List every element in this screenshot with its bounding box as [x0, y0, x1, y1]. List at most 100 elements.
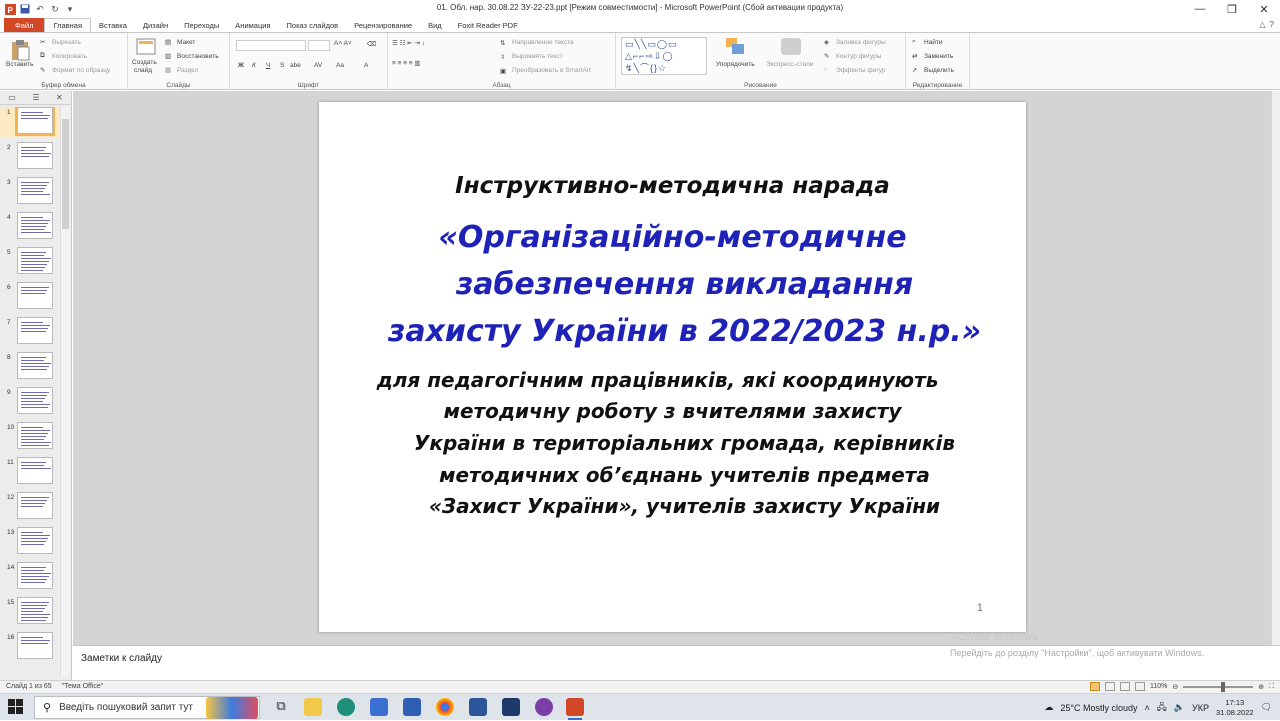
canvas-scrollbar[interactable] — [1271, 91, 1280, 645]
tab-slide-show[interactable]: Показ слайдов — [279, 18, 347, 32]
find-button[interactable]: Найти — [924, 39, 943, 46]
clock[interactable]: 17:13 31.08.2022 — [1216, 698, 1254, 718]
align-text-button[interactable]: Выровнять текст — [512, 53, 563, 60]
quick-styles-button[interactable]: Экспресс-стили — [766, 61, 814, 68]
quick-styles-icon[interactable] — [780, 37, 802, 57]
tab-insert[interactable]: Вставка — [91, 18, 135, 32]
theme-name[interactable]: "Тема Office" — [62, 683, 104, 690]
slide-show-button[interactable] — [1134, 682, 1145, 691]
slide-subtitle[interactable]: Інструктивно-методична нарада — [319, 173, 1026, 199]
slide-description-line-3[interactable]: України в територіальних громада, керівн… — [343, 431, 1026, 455]
tab-foxit-reader-pdf[interactable]: Foxit Reader PDF — [450, 18, 526, 32]
shape-effects-icon[interactable]: ◌ — [824, 66, 828, 73]
cut-button[interactable]: Вырезать — [52, 39, 81, 46]
bullets-icon[interactable]: ☰ ☷ ⇤ ⇥ ↕ — [392, 39, 425, 47]
notifications-icon[interactable]: 🗨 — [1261, 702, 1272, 713]
fit-to-window-icon[interactable]: ⛶ — [1269, 683, 1274, 691]
slide-thumbnail[interactable]: 12 — [0, 492, 60, 522]
smartart-button[interactable]: Преобразовать в SmartArt — [512, 67, 591, 74]
close-panel-icon[interactable]: ✕ — [56, 93, 63, 102]
edge-icon[interactable] — [337, 698, 355, 716]
search-highlight-icon[interactable] — [206, 697, 258, 719]
shape-outline-button[interactable]: Контур фигуры — [836, 53, 881, 60]
slide-description-line-4[interactable]: методичних об’єднань учителів предмета — [343, 463, 1026, 487]
slides-tab-icon[interactable]: ▭ — [8, 93, 16, 102]
windows-start-icon[interactable] — [8, 699, 24, 715]
paste-button[interactable]: Вставить — [6, 61, 34, 68]
reset-button[interactable]: Восстановить — [177, 53, 219, 60]
slide-thumbnail[interactable]: 4 — [0, 212, 60, 242]
slide-description-line-2[interactable]: методичну роботу з вчителями захисту — [319, 399, 1026, 423]
align-text-icon[interactable]: ⇳ — [500, 53, 505, 61]
slide-title-line-2[interactable]: забезпечення викладання — [343, 267, 1026, 302]
replace-icon[interactable]: ⇄ — [912, 52, 917, 60]
zoom-slider[interactable] — [1183, 681, 1254, 692]
section-button[interactable]: Раздел — [177, 67, 198, 74]
powerpoint-app-icon[interactable]: P — [4, 3, 16, 15]
weather-text[interactable]: 25°C Mostly cloudy — [1060, 703, 1137, 713]
save-app-icon[interactable] — [502, 698, 520, 716]
shape-fill-button[interactable]: Заливка фигуры — [836, 39, 886, 46]
slide-thumbnail[interactable]: 1 — [0, 107, 60, 137]
replace-button[interactable]: Заменить — [924, 53, 953, 60]
language-indicator[interactable]: УКР — [1192, 703, 1209, 713]
slide-thumbnail[interactable]: 7 — [0, 317, 60, 347]
slides-panel-scrollbar[interactable] — [60, 107, 70, 677]
grow-font-icon[interactable]: A˄ A˅ — [334, 40, 352, 47]
minimize-ribbon-icon[interactable]: △ — [1259, 20, 1265, 29]
zoom-in-icon[interactable]: ⊕ — [1258, 683, 1264, 691]
underline-button[interactable]: Ч — [266, 62, 270, 69]
tab-review[interactable]: Рецензирование — [346, 18, 420, 32]
viber-icon[interactable] — [535, 698, 553, 716]
slide-thumbnail[interactable]: 9 — [0, 387, 60, 417]
chrome-icon[interactable] — [436, 698, 454, 716]
restore-button[interactable]: ❐ — [1216, 0, 1248, 18]
customize-qat-icon[interactable]: ▾ — [64, 3, 76, 15]
slide-thumbnail[interactable]: 2 — [0, 142, 60, 172]
smartart-icon[interactable]: ▣ — [500, 67, 506, 75]
help-icon[interactable]: ? — [1270, 20, 1274, 29]
bold-button[interactable]: Ж — [238, 62, 244, 69]
normal-view-button[interactable] — [1089, 682, 1100, 691]
shape-outline-icon[interactable]: ✎ — [824, 52, 829, 60]
save-icon[interactable] — [19, 3, 31, 15]
copy-icon[interactable]: ⧉ — [40, 52, 45, 60]
clear-format-icon[interactable]: ⌫ — [367, 40, 376, 48]
minimize-button[interactable]: — — [1184, 0, 1216, 18]
slide[interactable]: Інструктивно-методична нарада «Організац… — [319, 102, 1026, 632]
shape-fill-icon[interactable]: ◈ — [824, 38, 829, 46]
volume-icon[interactable]: 🔈 — [1174, 702, 1185, 713]
format-painter-button[interactable]: Формат по образцу — [52, 67, 110, 74]
arrange-icon[interactable] — [725, 37, 747, 57]
new-slide-icon[interactable] — [136, 38, 156, 56]
tab-file[interactable]: Файл — [4, 18, 45, 32]
slide-thumbnail[interactable]: 11 — [0, 457, 60, 487]
find-icon[interactable]: ⌕ — [912, 38, 916, 46]
mail-icon[interactable] — [403, 698, 421, 716]
tab-home[interactable]: Главная — [44, 18, 91, 32]
powerpoint-taskbar-icon[interactable] — [566, 698, 584, 720]
close-button[interactable]: ✕ — [1248, 0, 1280, 18]
network-icon[interactable]: 🖧 — [1157, 700, 1167, 716]
weather-icon[interactable]: ☁ — [1044, 702, 1053, 713]
tab-design[interactable]: Дизайн — [135, 18, 176, 32]
font-color-button[interactable]: A — [364, 62, 368, 69]
zoom-out-icon[interactable]: ⊖ — [1172, 683, 1178, 691]
slide-thumbnail[interactable]: 8 — [0, 352, 60, 382]
layout-button[interactable]: Макет — [177, 39, 195, 46]
italic-button[interactable]: К — [252, 62, 256, 69]
format-painter-icon[interactable]: ✎ — [40, 66, 45, 74]
new-slide-button-line1[interactable]: Создать — [132, 59, 157, 66]
shadow-button[interactable]: abe — [290, 62, 301, 69]
paste-icon[interactable] — [10, 39, 30, 61]
tab-view[interactable]: Вид — [420, 18, 450, 32]
notes-placeholder[interactable]: Заметки к слайду — [81, 653, 162, 664]
font-size-box[interactable] — [308, 40, 330, 51]
arrange-button[interactable]: Упорядочить — [716, 61, 755, 68]
layout-icon[interactable]: ▤ — [165, 38, 171, 46]
outline-tab-icon[interactable]: ☰ — [32, 93, 39, 102]
file-explorer-icon[interactable] — [304, 698, 322, 716]
redo-icon[interactable]: ↻ — [49, 3, 61, 15]
slide-thumbnail[interactable]: 16 — [0, 632, 60, 662]
zoom-level[interactable]: 110% — [1150, 683, 1167, 690]
